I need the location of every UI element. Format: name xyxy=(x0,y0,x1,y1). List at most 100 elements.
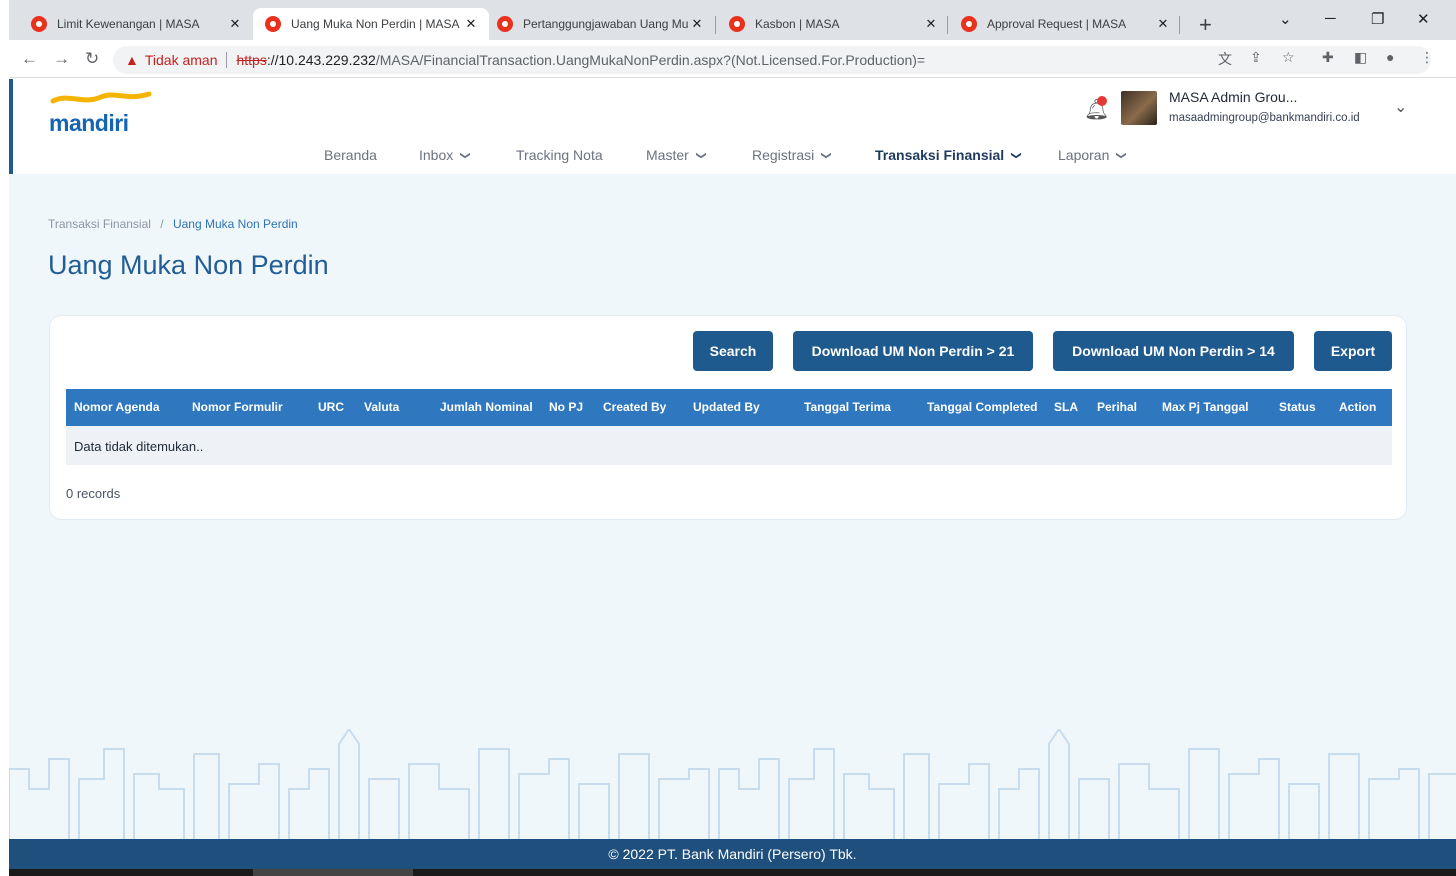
reload-icon[interactable]: ↻ xyxy=(85,49,99,69)
breadcrumb-separator: / xyxy=(160,217,164,231)
chevron-down-icon: ❯ xyxy=(820,150,832,160)
column-header[interactable]: Max Pj Tanggal xyxy=(1162,400,1248,414)
column-header[interactable]: Perihal xyxy=(1097,400,1137,414)
masa-favicon-icon xyxy=(497,16,513,32)
browser-tab[interactable]: Kasbon | MASA ✕ xyxy=(717,8,949,40)
share-icon[interactable]: ⇪ xyxy=(1250,49,1262,66)
logo-text: mandiri xyxy=(49,110,129,136)
browser-tab[interactable]: Limit Kewenangan | MASA ✕ xyxy=(19,8,253,40)
export-button[interactable]: Export xyxy=(1314,331,1392,371)
tab-separator xyxy=(947,16,948,34)
menu-laporan[interactable]: Laporan ❯ xyxy=(1058,147,1128,163)
tab-close-icon[interactable]: ✕ xyxy=(463,16,479,32)
avatar[interactable] xyxy=(1121,91,1157,125)
column-header[interactable]: Nomor Formulir xyxy=(192,400,283,414)
notification-badge xyxy=(1097,96,1107,106)
column-header[interactable]: Action xyxy=(1339,400,1376,414)
browser-tabbar: Limit Kewenangan | MASA ✕ Uang Muka Non … xyxy=(9,0,1456,40)
app-viewport: mandiri 🔔︎ MASA Admin Grou... masaadming… xyxy=(9,79,1456,876)
download-over-21-button[interactable]: Download UM Non Perdin > 21 xyxy=(793,331,1033,371)
column-header[interactable]: Created By xyxy=(603,400,666,414)
mandiri-wave-icon xyxy=(50,91,152,104)
bookmark-star-icon[interactable]: ☆ xyxy=(1282,49,1295,66)
chevron-down-icon: ❯ xyxy=(695,150,707,160)
security-label: Tidak aman xyxy=(144,52,218,68)
menu-registrasi[interactable]: Registrasi ❯ xyxy=(752,147,832,163)
column-header[interactable]: URC xyxy=(318,400,344,414)
browser-tab-active[interactable]: Uang Muka Non Perdin | MASA ✕ xyxy=(253,8,489,40)
tab-title: Kasbon | MASA xyxy=(755,17,840,31)
restore-icon[interactable]: ❐ xyxy=(1371,10,1384,28)
browser-tab[interactable]: Approval Request | MASA ✕ xyxy=(949,8,1181,40)
forward-icon[interactable]: → xyxy=(53,49,70,69)
footer: © 2022 PT. Bank Mandiri (Persero) Tbk. xyxy=(9,839,1456,869)
menu-label: Master xyxy=(646,147,689,163)
column-header[interactable]: Jumlah Nominal xyxy=(440,400,533,414)
app-header: mandiri 🔔︎ MASA Admin Grou... masaadming… xyxy=(9,79,1456,174)
tab-title: Uang Muka Non Perdin | MASA xyxy=(291,17,460,31)
warning-icon: ▲ xyxy=(125,52,139,68)
record-count: 0 records xyxy=(66,486,121,501)
url-host: ://10.243.229.232 xyxy=(266,52,376,68)
download-over-14-button[interactable]: Download UM Non Perdin > 14 xyxy=(1053,331,1294,371)
menu-beranda[interactable]: Beranda xyxy=(324,147,377,163)
extensions-icon[interactable]: ✚ xyxy=(1322,49,1334,66)
menu-label: Inbox xyxy=(419,147,454,163)
profile-icon[interactable]: ● xyxy=(1386,49,1394,65)
footer-copyright: © 2022 PT. Bank Mandiri (Persero) Tbk. xyxy=(608,846,857,862)
masa-favicon-icon xyxy=(961,16,977,32)
user-name[interactable]: MASA Admin Grou... xyxy=(1169,89,1297,105)
sidepanel-icon[interactable]: ◧ xyxy=(1354,49,1367,66)
address-bar[interactable]: ▲ Tidak aman https ://10.243.229.232 /MA… xyxy=(113,46,1431,74)
masa-favicon-icon xyxy=(729,16,745,32)
tab-title: Approval Request | MASA xyxy=(987,17,1127,31)
column-header[interactable]: Nomor Agenda xyxy=(74,400,160,414)
breadcrumb-current: Uang Muka Non Perdin xyxy=(172,217,298,231)
column-header[interactable]: Tanggal Completed xyxy=(927,400,1037,414)
tab-close-icon[interactable]: ✕ xyxy=(1155,16,1171,32)
menu-kebab-icon[interactable]: ⋮ xyxy=(1420,49,1434,66)
user-menu-chevron-icon[interactable]: ⌄ xyxy=(1394,97,1407,117)
back-icon[interactable]: ← xyxy=(21,49,38,69)
user-email: masaadmingroup@bankmandiri.co.id xyxy=(1169,112,1360,124)
column-header[interactable]: No PJ xyxy=(549,400,583,414)
column-header[interactable]: Tanggal Terima xyxy=(804,400,891,414)
tab-search-chevron-icon[interactable]: ⌄ xyxy=(1279,10,1292,28)
mandiri-logo[interactable]: mandiri xyxy=(49,91,153,137)
tab-separator xyxy=(1179,16,1180,34)
column-header[interactable]: Valuta xyxy=(364,400,399,414)
url-scheme: https xyxy=(236,52,267,68)
tab-close-icon[interactable]: ✕ xyxy=(227,16,243,32)
breadcrumb-parent[interactable]: Transaksi Finansial xyxy=(48,217,151,231)
menu-master[interactable]: Master ❯ xyxy=(646,147,707,163)
minimize-icon[interactable]: ─ xyxy=(1325,10,1336,27)
tab-title: Pertanggungjawaban Uang Mu xyxy=(523,17,689,31)
os-taskbar xyxy=(9,869,1456,876)
search-button[interactable]: Search xyxy=(693,331,773,371)
menu-inbox[interactable]: Inbox ❯ xyxy=(419,147,471,163)
menu-label: Registrasi xyxy=(752,147,815,163)
menu-tracking-nota[interactable]: Tracking Nota xyxy=(516,147,603,163)
tab-separator xyxy=(715,16,716,34)
column-header[interactable]: Updated By xyxy=(693,400,760,414)
browser-toolbar: ← → ↻ ▲ Tidak aman https ://10.243.229.2… xyxy=(9,40,1456,78)
chevron-down-icon: ❯ xyxy=(1010,150,1022,160)
tab-close-icon[interactable]: ✕ xyxy=(923,16,939,32)
masa-favicon-icon xyxy=(31,16,47,32)
browser-tab[interactable]: Pertanggungjawaban Uang Mu ✕ xyxy=(485,8,715,40)
chevron-down-icon: ❯ xyxy=(1116,150,1128,160)
menu-label: Laporan xyxy=(1058,147,1110,163)
url-path: /MASA/FinancialTransaction.UangMukaNonPe… xyxy=(375,52,926,68)
menu-transaksi-finansial[interactable]: Transaksi Finansial ❯ xyxy=(875,147,1022,163)
address-divider xyxy=(226,52,228,68)
tab-close-icon[interactable]: ✕ xyxy=(689,16,705,32)
new-tab-icon[interactable]: + xyxy=(1199,12,1212,38)
taskbar-item[interactable] xyxy=(253,869,413,876)
menu-label: Beranda xyxy=(324,147,377,163)
column-header[interactable]: SLA xyxy=(1054,400,1078,414)
city-skyline-illustration xyxy=(9,729,1456,839)
menu-label: Transaksi Finansial xyxy=(875,147,1005,163)
translate-icon[interactable]: 文 xyxy=(1218,49,1232,69)
close-window-icon[interactable]: ✕ xyxy=(1417,10,1430,28)
column-header[interactable]: Status xyxy=(1279,400,1316,414)
